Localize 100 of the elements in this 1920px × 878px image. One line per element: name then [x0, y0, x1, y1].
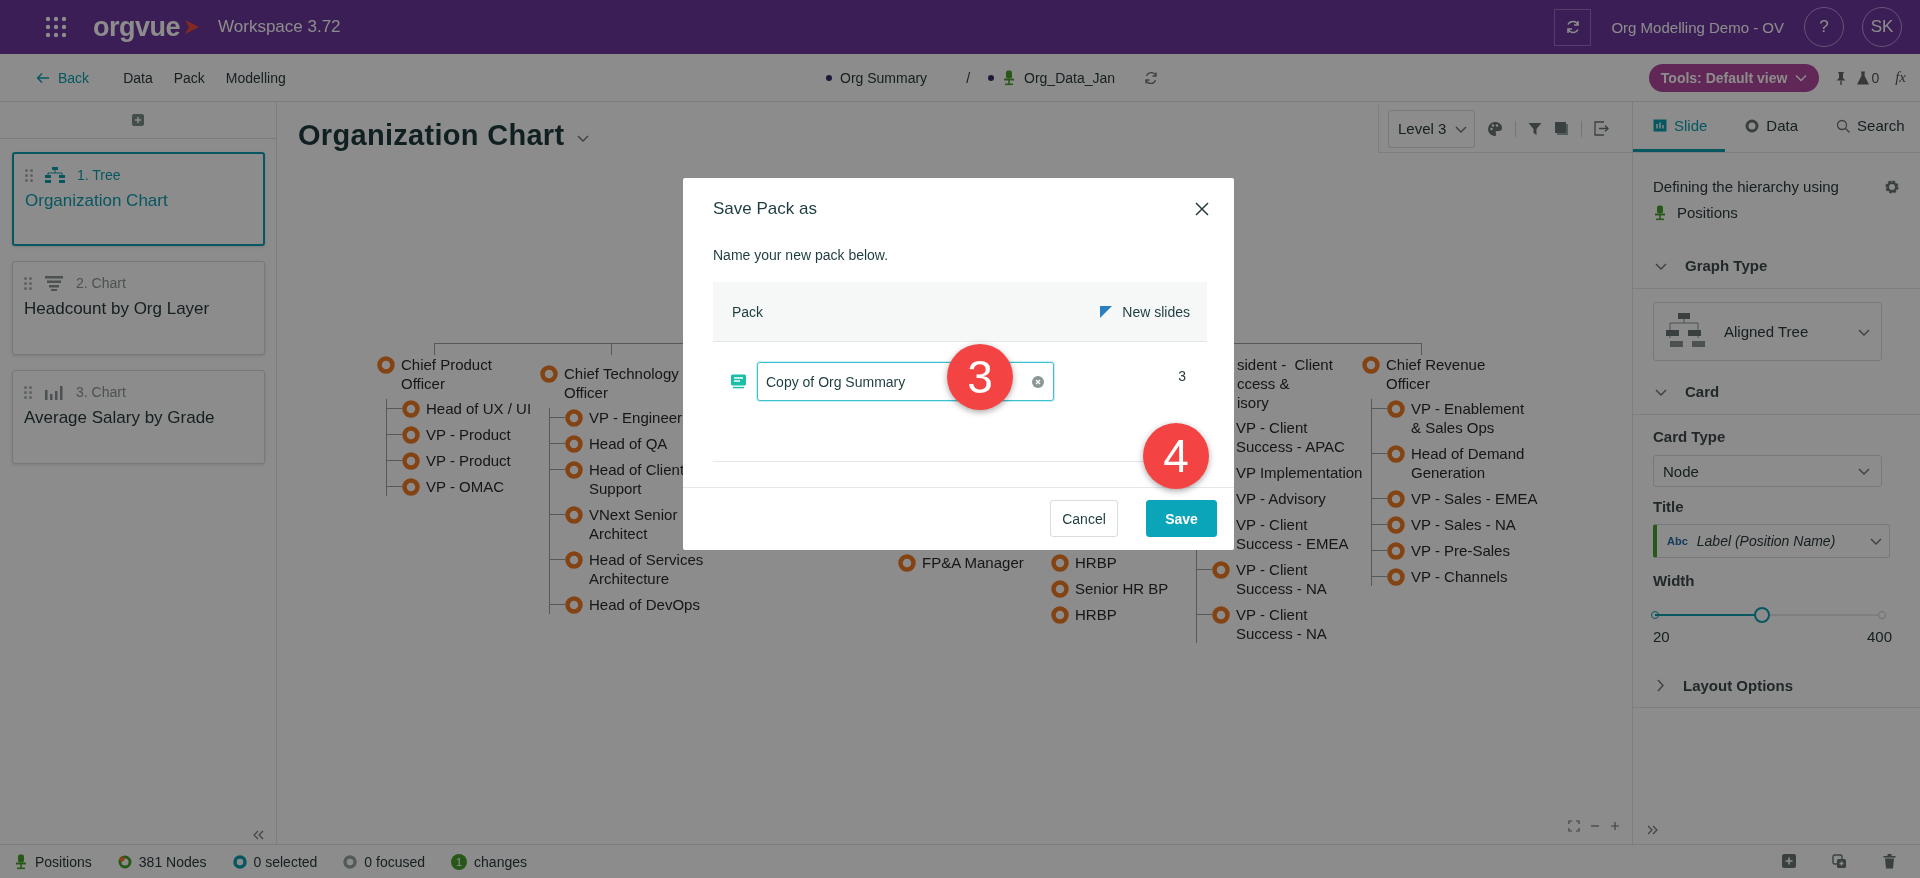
node-marker-icon[interactable] [1387, 515, 1405, 534]
workspace-label: Workspace 3.72 [218, 17, 341, 37]
section-header[interactable]: Graph Type [1633, 243, 1920, 289]
node-marker-icon[interactable] [565, 434, 583, 453]
node-label[interactable]: sident - Client ccess & isory [1237, 355, 1333, 412]
node-label[interactable]: Senior HR BP [1075, 579, 1169, 598]
flask-icon[interactable] [1857, 70, 1870, 85]
layers-icon[interactable] [1554, 121, 1570, 136]
node-marker-icon[interactable] [402, 425, 420, 444]
node-marker-icon[interactable] [1362, 355, 1380, 374]
slide-card[interactable]: 3. Chart Average Salary by Grade [12, 370, 265, 464]
node-marker-icon[interactable] [565, 408, 583, 427]
node-label[interactable]: VNext Senior Architect [589, 505, 678, 543]
node-label[interactable]: VP - Product [426, 451, 511, 470]
menu-link[interactable]: Data [123, 69, 153, 86]
node-label[interactable]: HRBP [1075, 605, 1117, 624]
node-label[interactable]: VP - Pre-Sales [1411, 541, 1510, 560]
palette-icon[interactable] [1487, 120, 1504, 137]
node-marker-icon[interactable] [1051, 553, 1069, 572]
add-slide-icon[interactable] [132, 114, 144, 126]
level-dropdown[interactable]: Level 3 [1388, 109, 1476, 148]
clear-icon[interactable] [1032, 375, 1044, 388]
node-label[interactable]: VP - Engineeri [589, 408, 686, 427]
breadcrumb-link[interactable]: Org Summary [840, 70, 928, 86]
node-label[interactable]: Head of Services Architecture [589, 550, 704, 588]
slide-card[interactable]: 2. Chart Headcount by Org Layer [12, 261, 265, 355]
menu-link[interactable]: Modelling [225, 69, 286, 86]
node-marker-icon[interactable] [898, 553, 916, 572]
drag-handle-icon[interactable] [24, 385, 32, 399]
panel-tab[interactable]: Data [1725, 102, 1817, 152]
node-marker-icon[interactable] [565, 460, 583, 479]
node-marker-icon[interactable] [402, 451, 420, 470]
node-label[interactable]: Chief Technology Officer [564, 364, 679, 402]
node-label[interactable]: VP - Advisory [1236, 489, 1326, 508]
node-label[interactable]: Chief Product Officer [401, 355, 492, 393]
node-marker-icon[interactable] [1051, 579, 1069, 598]
breadcrumb-link[interactable]: Org_Data_Jan [1024, 70, 1116, 86]
node-marker-icon[interactable] [565, 595, 583, 614]
node-marker-icon[interactable] [1387, 444, 1405, 463]
gear-icon[interactable] [1884, 178, 1900, 195]
collapse-left-icon[interactable] [252, 830, 264, 840]
node-label[interactable]: Head of DevOps [589, 595, 700, 614]
node-label[interactable]: Head of UX / UI [426, 399, 532, 418]
duplicate-icon[interactable] [1832, 854, 1847, 869]
node-marker-icon[interactable] [1051, 605, 1069, 624]
node-label[interactable]: VP Implementation [1236, 463, 1363, 482]
node-marker-icon[interactable] [1387, 567, 1405, 586]
node-label[interactable]: VP - Client Success - EMEA [1236, 515, 1349, 553]
node-marker-icon[interactable] [1387, 399, 1405, 418]
card-type-dropdown[interactable]: Node [1653, 455, 1882, 487]
close-icon[interactable] [1195, 202, 1209, 216]
menu-link[interactable]: Pack [173, 69, 205, 86]
expand-right-icon[interactable] [1647, 825, 1659, 835]
node-marker-icon[interactable] [402, 477, 420, 496]
pin-icon[interactable] [1835, 70, 1848, 85]
node-label[interactable]: VP - Client Success - NA [1236, 560, 1327, 598]
node-label[interactable]: VP - Client Success - APAC [1236, 418, 1345, 456]
node-label[interactable]: VP - Enablement & Sales Ops [1411, 399, 1525, 437]
node-marker-icon[interactable] [540, 364, 558, 383]
node-marker-icon[interactable] [565, 550, 583, 569]
sync-button[interactable] [1554, 8, 1592, 46]
node-label[interactable]: VP - Sales - NA [1411, 515, 1516, 534]
node-marker-icon[interactable] [377, 355, 395, 374]
node-label[interactable]: Chief Revenue Officer [1386, 355, 1486, 393]
node-marker-icon[interactable] [1387, 489, 1405, 508]
ring-icon [232, 854, 247, 869]
add-slide-icon[interactable] [1782, 854, 1796, 868]
node-marker-icon[interactable] [402, 399, 420, 418]
cancel-button[interactable]: Cancel [1050, 500, 1118, 537]
node-marker-icon[interactable] [565, 505, 583, 524]
export-icon[interactable] [1594, 121, 1611, 136]
node-label[interactable]: VP - Client Success - NA [1236, 605, 1327, 643]
node-label[interactable]: Head of Demand Generation [1411, 444, 1525, 482]
zoom-in-icon[interactable] [1610, 821, 1620, 831]
title-field-dropdown[interactable]: Abc Label (Position Name) [1653, 524, 1890, 558]
section-header[interactable]: Layout Options [1633, 664, 1920, 708]
node-marker-icon[interactable] [1212, 605, 1230, 624]
drag-handle-icon[interactable] [25, 168, 33, 182]
formula-button[interactable]: fx [1895, 69, 1906, 86]
filter-icon[interactable] [1528, 121, 1543, 136]
node-label[interactable]: VP - Sales - EMEA [1411, 489, 1538, 508]
drag-handle-icon[interactable] [24, 276, 32, 290]
section-header[interactable]: Card [1633, 369, 1920, 415]
fit-screen-icon[interactable] [1568, 820, 1580, 832]
app-menu-icon[interactable] [45, 16, 67, 38]
node-label[interactable]: Head of QA [589, 434, 668, 453]
node-label[interactable]: VP - Product [426, 425, 511, 444]
node-marker-icon[interactable] [1387, 541, 1405, 560]
tools-dropdown[interactable]: Tools: Default view [1648, 63, 1820, 92]
node-marker-icon[interactable] [1212, 560, 1230, 579]
node-label[interactable]: FP&A Manager [922, 553, 1024, 572]
trash-icon[interactable] [1883, 854, 1896, 869]
node-label[interactable]: Head of Client Support [589, 460, 685, 498]
node-label[interactable]: VP - OMAC [426, 477, 505, 496]
node-label[interactable]: VP - Channels [1411, 567, 1508, 586]
refresh-icon[interactable] [1144, 71, 1159, 85]
node-label[interactable]: HRBP [1075, 553, 1117, 572]
panel-tab[interactable]: Search [1816, 102, 1920, 152]
graph-type-dropdown[interactable]: Aligned Tree [1653, 302, 1882, 361]
save-button[interactable]: Save [1146, 500, 1217, 537]
